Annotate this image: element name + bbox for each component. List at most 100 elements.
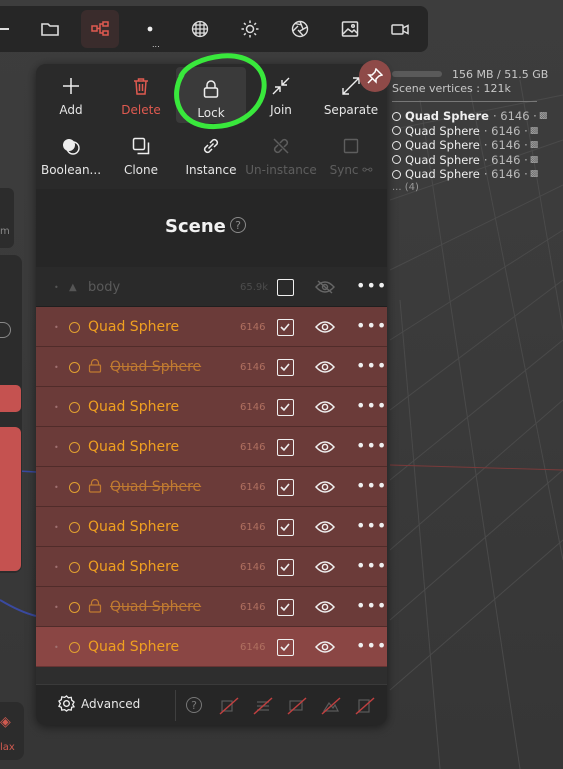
check-icon xyxy=(280,442,290,451)
clone-label: Clone xyxy=(123,163,159,177)
eye-icon[interactable] xyxy=(315,600,335,614)
object-more-button[interactable]: ••• xyxy=(356,396,387,415)
object-count: 6146 xyxy=(240,401,266,413)
summary-item-name: Quad Sphere xyxy=(405,167,480,182)
eye-icon[interactable] xyxy=(315,440,335,454)
image-icon[interactable] xyxy=(331,10,369,48)
gear-icon xyxy=(58,695,75,712)
eye-icon[interactable] xyxy=(315,520,335,534)
disabled-transform-icon[interactable] xyxy=(355,697,375,715)
left-bottom-button[interactable]: lax ◈ xyxy=(0,702,24,760)
visible-checkbox[interactable] xyxy=(277,318,294,336)
eye-icon[interactable] xyxy=(315,560,335,574)
eye-hidden-icon[interactable] xyxy=(315,280,335,294)
visible-checkbox[interactable] xyxy=(277,558,294,576)
scene-help-icon[interactable]: ? xyxy=(230,217,246,233)
lock-button[interactable]: Lock xyxy=(176,67,246,123)
object-more-button[interactable]: ••• xyxy=(356,636,387,655)
visible-checkbox[interactable] xyxy=(277,438,294,456)
object-more-button[interactable]: ••• xyxy=(356,436,387,455)
advanced-button[interactable]: Advanced xyxy=(58,695,140,712)
body-name: body xyxy=(88,279,121,295)
disabled-tool-icon[interactable] xyxy=(219,697,239,715)
eye-icon[interactable] xyxy=(315,320,335,334)
object-row[interactable]: • Quad Sphere 6146 ••• xyxy=(36,547,387,587)
add-button[interactable]: Add xyxy=(36,64,106,122)
uninstance-button[interactable]: Un-instance xyxy=(245,124,317,182)
check-icon xyxy=(280,642,290,651)
object-row[interactable]: • Quad Sphere 6146 ••• xyxy=(36,347,387,387)
object-row[interactable]: • Quad Sphere 6146 ••• xyxy=(36,467,387,507)
bullet: • xyxy=(54,522,59,532)
summary-item: Quad Sphere · 6146 · ▩ xyxy=(392,124,547,139)
object-more-button[interactable]: ••• xyxy=(356,596,387,615)
grid-sphere-icon[interactable] xyxy=(181,10,219,48)
object-row[interactable]: • Quad Sphere 6146 ••• xyxy=(36,587,387,627)
check-icon xyxy=(280,322,290,331)
instance-button[interactable]: Instance xyxy=(176,124,246,182)
left-button-red[interactable] xyxy=(0,385,21,412)
join-icon xyxy=(272,77,290,95)
object-more-button[interactable]: ••• xyxy=(356,356,387,375)
object-count: 6146 xyxy=(240,561,266,573)
object-more-button[interactable]: ••• xyxy=(356,516,387,535)
viewport[interactable]: m lax ◈ ... 156 MB / 51.5 GB Scene verti… xyxy=(0,0,563,769)
pin-button[interactable] xyxy=(359,60,391,92)
delete-label: Delete xyxy=(121,103,161,117)
scene-summary-list: Quad Sphere · 6146 · ▩ Quad Sphere · 6146 ·… xyxy=(392,109,547,193)
eye-icon[interactable] xyxy=(315,640,335,654)
disabled-list-icon[interactable] xyxy=(253,697,273,715)
summary-item-count: · 6146 · xyxy=(483,123,528,138)
disabled-mountain-icon[interactable] xyxy=(321,697,341,715)
camera-icon[interactable] xyxy=(381,10,419,48)
lock-icon xyxy=(88,599,102,613)
visible-checkbox[interactable] xyxy=(277,358,294,376)
folder-icon[interactable] xyxy=(31,10,69,48)
sync-button[interactable]: Sync ⚯ xyxy=(316,124,386,182)
object-more-button[interactable]: ••• xyxy=(356,316,387,335)
object-row[interactable]: • Quad Sphere 6146 ••• xyxy=(36,387,387,427)
object-row[interactable]: • Quad Sphere 6146 ••• xyxy=(36,427,387,467)
disabled-node-icon[interactable] xyxy=(287,697,307,715)
summary-item-count: · 6146 · xyxy=(483,152,528,167)
sun-icon[interactable] xyxy=(231,10,269,48)
object-row[interactable]: • Quad Sphere 6146 ••• xyxy=(36,627,387,667)
lock-label: Lock xyxy=(197,106,225,120)
visible-checkbox[interactable] xyxy=(277,478,294,496)
boolean-button[interactable]: Boolean... xyxy=(36,124,106,182)
sphere-icon xyxy=(69,481,80,493)
visible-checkbox[interactable] xyxy=(277,518,294,536)
join-button[interactable]: Join xyxy=(246,64,316,122)
bullet: • xyxy=(54,602,59,612)
left-button-red-2[interactable] xyxy=(0,427,21,571)
body-row[interactable]: • ▲ body 65.9k ••• xyxy=(36,267,387,307)
lock-icon xyxy=(203,80,219,98)
eye-icon[interactable] xyxy=(315,480,335,494)
hierarchy-icon[interactable] xyxy=(81,10,119,48)
object-name: Quad Sphere xyxy=(110,599,202,615)
delete-button[interactable]: Delete xyxy=(106,64,176,122)
eye-icon[interactable] xyxy=(315,360,335,374)
body-visible-checkbox[interactable] xyxy=(277,278,294,296)
trash-icon xyxy=(134,78,148,95)
visible-checkbox[interactable] xyxy=(277,638,294,656)
cut-icon[interactable] xyxy=(0,10,24,48)
clone-button[interactable]: Clone xyxy=(106,124,176,182)
object-more-button[interactable]: ••• xyxy=(356,556,387,575)
dot-icon[interactable] xyxy=(131,10,169,48)
visible-checkbox[interactable] xyxy=(277,598,294,616)
instance-label: Instance xyxy=(185,163,237,177)
object-more-button[interactable]: ••• xyxy=(356,476,387,495)
eye-icon[interactable] xyxy=(315,400,335,414)
check-icon xyxy=(280,522,290,531)
aperture-icon[interactable] xyxy=(281,10,319,48)
sphere-icon xyxy=(69,401,80,413)
bullet: • xyxy=(54,442,59,452)
footer-help-icon[interactable]: ? xyxy=(186,697,202,713)
body-more-button[interactable]: ••• xyxy=(356,276,387,295)
summary-item-count: · 6146 · xyxy=(492,109,537,124)
visible-checkbox[interactable] xyxy=(277,398,294,416)
check-icon xyxy=(280,562,290,571)
object-row[interactable]: • Quad Sphere 6146 ••• xyxy=(36,507,387,547)
object-row[interactable]: • Quad Sphere 6146 ••• xyxy=(36,307,387,347)
